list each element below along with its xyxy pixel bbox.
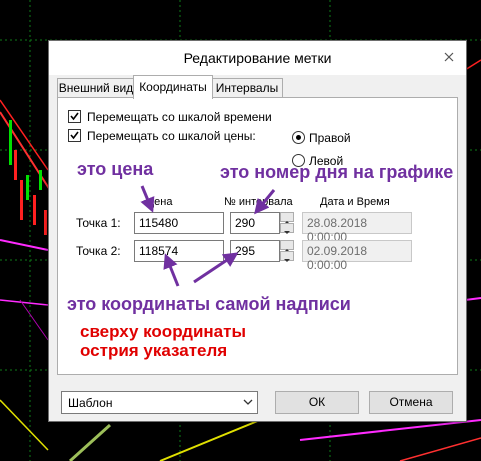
spinner-up-icon[interactable] — [280, 240, 294, 252]
move-with-price-label: Перемещать со шкалой цены: — [87, 129, 256, 143]
template-dropdown[interactable]: Шаблон — [61, 391, 258, 414]
close-button[interactable] — [438, 47, 460, 67]
radio-right-label: Правой — [309, 131, 351, 145]
spinner-up-icon[interactable] — [280, 212, 294, 224]
tab-appearance[interactable]: Внешний вид — [57, 78, 135, 98]
move-with-price-checkbox[interactable] — [68, 129, 81, 142]
checkmark-icon — [70, 112, 79, 121]
point1-datetime-field: 28.08.2018 0:00:00 — [302, 212, 412, 244]
point1-interval-spinner[interactable] — [280, 212, 294, 234]
edit-label-dialog: Редактирование метки Внешний вид Координ… — [48, 40, 467, 422]
column-datetime-header: Дата и Время — [320, 196, 390, 208]
dialog-title: Редактирование метки — [183, 50, 332, 66]
spinner-down-icon[interactable] — [280, 251, 294, 262]
point1-price-input[interactable]: 115480 — [134, 212, 224, 234]
point2-interval-input[interactable]: 295 — [230, 240, 280, 262]
close-icon — [444, 52, 454, 62]
ok-button[interactable]: ОК — [275, 391, 359, 414]
point2-datetime-field: 02.09.2018 0:00:00 — [302, 240, 412, 272]
point2-interval-spinner[interactable] — [280, 240, 294, 262]
price-annotation: это цена — [77, 159, 154, 179]
point2-label: Точка 2: — [76, 244, 121, 258]
radio-selected-dot — [296, 135, 301, 140]
coords-annotation: это координаты самой надписи — [67, 294, 351, 314]
column-price-header: Цена — [146, 196, 173, 208]
column-interval-header: № интервала — [224, 196, 293, 208]
tip-annotation-line1: сверху координаты — [80, 322, 246, 341]
template-dropdown-label: Шаблон — [68, 396, 113, 410]
move-with-time-checkbox[interactable] — [68, 110, 81, 123]
checkmark-icon — [70, 131, 79, 140]
point1-label: Точка 1: — [76, 216, 121, 230]
interval-annotation: это номер дня на графике — [220, 162, 454, 182]
chevron-down-icon — [243, 399, 253, 405]
point1-interval-input[interactable]: 290 — [230, 212, 280, 234]
spinner-down-icon[interactable] — [280, 223, 294, 234]
point2-price-input[interactable]: 118574 — [134, 240, 224, 262]
cancel-button[interactable]: Отмена — [369, 391, 453, 414]
radio-right-scale[interactable] — [292, 131, 305, 144]
dialog-titlebar: Редактирование метки — [49, 41, 466, 75]
move-with-time-label: Перемещать со шкалой времени — [87, 110, 272, 124]
tab-coordinates[interactable]: Координаты — [133, 75, 213, 99]
tip-annotation-line2: острия указателя — [80, 341, 228, 360]
tab-intervals[interactable]: Интервалы — [211, 78, 283, 98]
